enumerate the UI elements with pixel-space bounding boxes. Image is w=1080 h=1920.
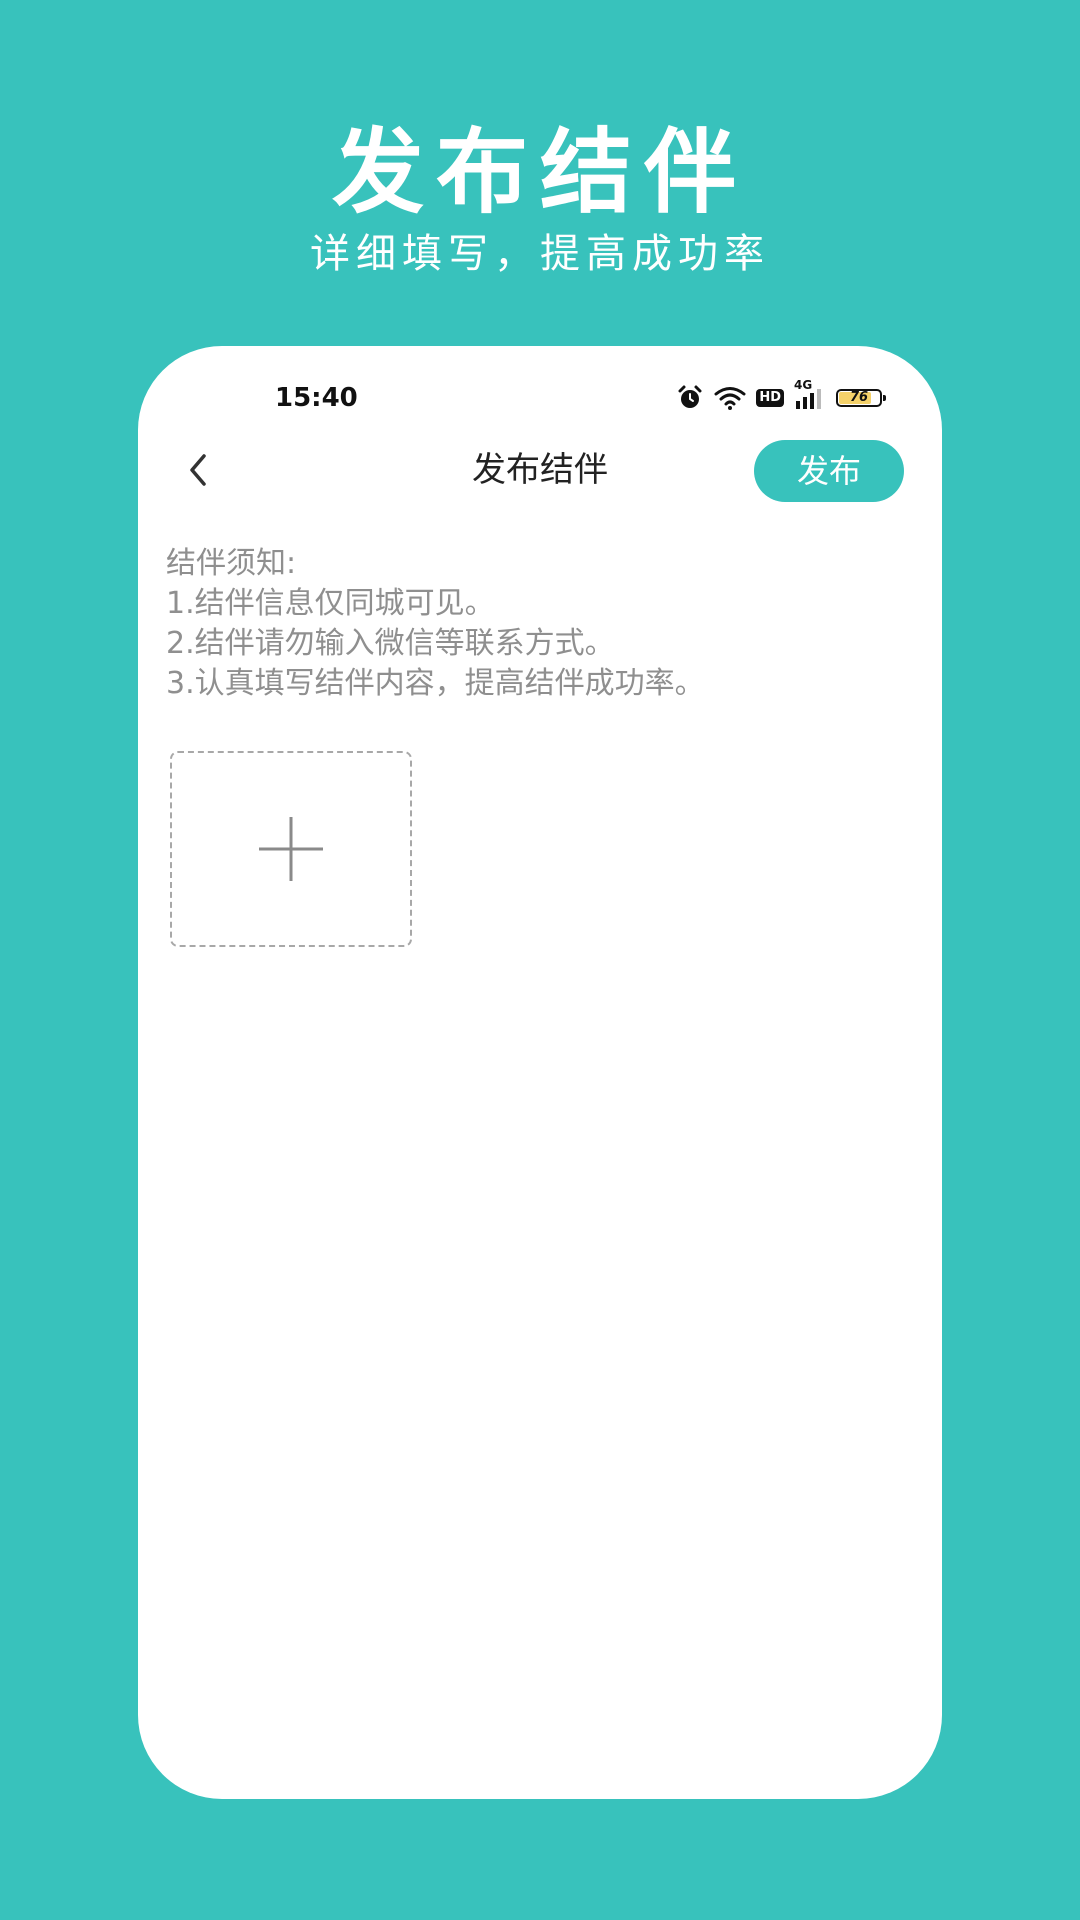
back-button[interactable] <box>168 440 228 500</box>
alarm-icon <box>676 384 704 412</box>
chevron-left-icon <box>190 454 206 486</box>
hd-icon: HD <box>756 389 784 407</box>
signal-4g-icon: 4G <box>794 379 826 411</box>
plus-icon <box>259 817 323 881</box>
hero-title: 发布结伴 <box>331 119 748 226</box>
status-icons: HD 4G 76 <box>676 379 886 414</box>
notice-item: 1.结伴信息仅同城可见。 <box>166 586 495 621</box>
hero-subtitle: 详细填写，提高成功率 <box>310 231 770 277</box>
nav-bar: 发布结伴 发布 <box>138 424 942 514</box>
battery-icon: 76 <box>836 389 886 407</box>
network-label: 4G <box>794 378 813 392</box>
status-time: 15:40 <box>275 383 358 413</box>
notice-block: 结伴须知: 1.结伴信息仅同城可见。 2.结伴请勿输入微信等联系方式。 3.认真… <box>166 544 926 704</box>
status-bar: 15:40 HD 4G 76 <box>138 374 942 422</box>
notice-heading: 结伴须知: <box>166 546 297 581</box>
phone-screen: 15:40 HD 4G 76 发布结伴 发布 结伴须知: 1.结伴信息仅同城可见… <box>138 346 942 1799</box>
battery-level: 76 <box>849 390 869 405</box>
add-photo-button[interactable] <box>170 751 412 947</box>
notice-item: 3.认真填写结伴内容，提高结伴成功率。 <box>166 666 705 701</box>
publish-button[interactable]: 发布 <box>754 440 904 502</box>
wifi-icon <box>714 385 746 411</box>
notice-item: 2.结伴请勿输入微信等联系方式。 <box>166 626 615 661</box>
